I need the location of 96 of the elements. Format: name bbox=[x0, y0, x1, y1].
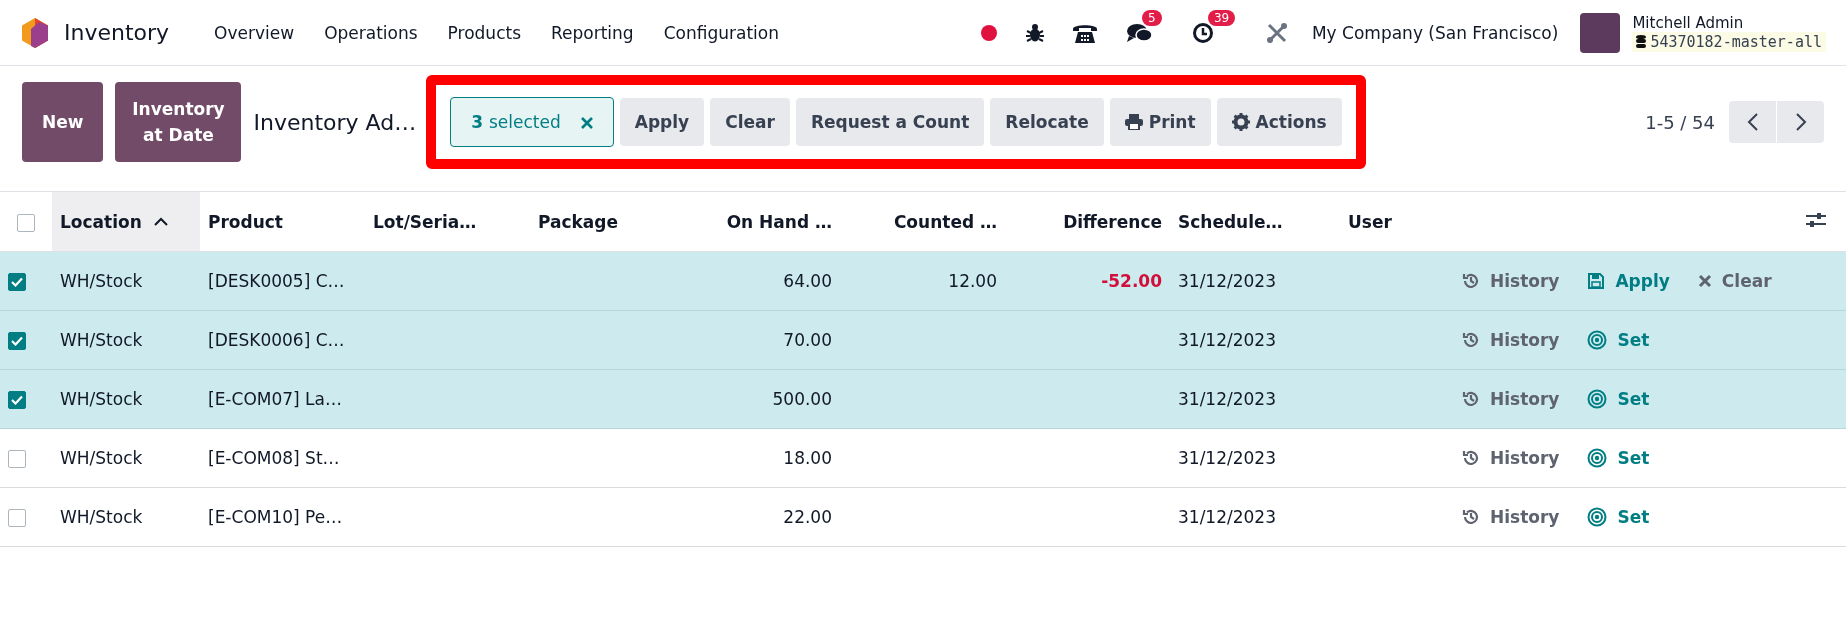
new-button[interactable]: New bbox=[22, 82, 104, 162]
table-cell: WH/Stock bbox=[60, 507, 143, 527]
action-button[interactable]: Relocate bbox=[990, 98, 1104, 146]
menu-item[interactable]: Overview bbox=[199, 16, 310, 49]
action-button[interactable]: Request a Count bbox=[795, 98, 985, 146]
table-cell: 31/12/2023 bbox=[1178, 389, 1276, 409]
notification-badge: 39 bbox=[1207, 9, 1236, 26]
history-button[interactable]: History bbox=[1462, 389, 1560, 409]
table-cell: WH/Stock bbox=[60, 271, 143, 291]
apply-button[interactable]: Apply bbox=[1587, 271, 1670, 291]
table-cell: 70.00 bbox=[783, 330, 832, 350]
menu-item[interactable]: Configuration bbox=[648, 16, 794, 49]
row-checkbox[interactable] bbox=[8, 509, 26, 527]
chat-icon[interactable] bbox=[1125, 21, 1154, 44]
app-logo[interactable] bbox=[20, 16, 50, 49]
clear-button[interactable]: Clear bbox=[1697, 271, 1772, 291]
pager-value[interactable]: 1-5 / 54 bbox=[1645, 111, 1715, 133]
column-header[interactable]: Counted … bbox=[893, 211, 997, 232]
database-icon bbox=[1636, 35, 1647, 48]
history-icon bbox=[1462, 272, 1480, 290]
record-icon[interactable] bbox=[979, 23, 998, 42]
set-button[interactable]: Set bbox=[1587, 389, 1650, 409]
column-settings-icon[interactable] bbox=[1806, 210, 1826, 229]
row-checkbox[interactable] bbox=[8, 391, 26, 409]
menu-item[interactable]: Reporting bbox=[536, 16, 649, 49]
table-cell: WH/Stock bbox=[60, 448, 143, 468]
table-cell: [DESK0005] C… bbox=[208, 271, 345, 291]
chevron-right-icon bbox=[1794, 112, 1807, 132]
table-cell: 31/12/2023 bbox=[1178, 507, 1276, 527]
menu-item[interactable]: Operations bbox=[309, 16, 433, 49]
table-cell: 31/12/2023 bbox=[1178, 330, 1276, 350]
table-cell: 12.00 bbox=[948, 271, 997, 291]
clock-icon[interactable] bbox=[1191, 21, 1214, 44]
target-icon bbox=[1587, 448, 1608, 468]
selection-count: 3 selected bbox=[471, 112, 561, 132]
inventory-at-date-button[interactable]: Inventory at Date bbox=[115, 82, 242, 162]
action-button[interactable]: Actions bbox=[1216, 98, 1342, 146]
table-cell: [E-COM10] Pe… bbox=[208, 507, 343, 527]
bug-icon[interactable] bbox=[1025, 22, 1044, 43]
table-cell: 31/12/2023 bbox=[1178, 271, 1276, 291]
row-checkbox[interactable] bbox=[8, 332, 26, 350]
previous-button[interactable] bbox=[1729, 101, 1776, 143]
table-cell: WH/Stock bbox=[60, 389, 143, 409]
table-cell: WH/Stock bbox=[60, 330, 143, 350]
breadcrumb[interactable]: Inventory Ad… bbox=[253, 109, 417, 135]
table-cell: [E-COM08] St… bbox=[208, 448, 340, 468]
history-button[interactable]: History bbox=[1462, 271, 1560, 291]
column-header[interactable]: On Hand … bbox=[726, 211, 832, 232]
notification-badge: 5 bbox=[1141, 9, 1162, 26]
table-cell: 31/12/2023 bbox=[1178, 448, 1276, 468]
column-header[interactable]: User bbox=[1348, 211, 1392, 232]
column-header[interactable]: Difference bbox=[1063, 211, 1162, 232]
row-checkbox[interactable] bbox=[8, 450, 26, 468]
history-icon bbox=[1462, 508, 1480, 526]
next-button[interactable] bbox=[1777, 101, 1824, 143]
row-checkbox[interactable] bbox=[8, 273, 26, 291]
target-icon bbox=[1587, 507, 1608, 527]
tools-icon[interactable] bbox=[1265, 21, 1288, 44]
table-cell: 22.00 bbox=[783, 507, 832, 527]
column-header[interactable]: Schedule… bbox=[1178, 211, 1283, 232]
action-button[interactable]: Clear bbox=[710, 98, 790, 146]
table-cell: -52.00 bbox=[1101, 271, 1162, 291]
set-button[interactable]: Set bbox=[1587, 330, 1650, 350]
database-label: 54370182-master-all bbox=[1650, 32, 1822, 51]
user-avatar[interactable] bbox=[1580, 12, 1621, 53]
chevron-left-icon bbox=[1746, 112, 1759, 132]
select-all-checkbox[interactable] bbox=[17, 213, 35, 232]
app-name[interactable]: Inventory bbox=[64, 20, 170, 45]
set-button[interactable]: Set bbox=[1587, 507, 1650, 527]
close-icon bbox=[1697, 274, 1712, 288]
history-button[interactable]: History bbox=[1462, 448, 1560, 468]
history-icon bbox=[1462, 449, 1480, 467]
user-name[interactable]: Mitchell Admin bbox=[1632, 13, 1826, 32]
history-icon bbox=[1462, 390, 1480, 408]
table-cell: [DESK0006] C… bbox=[208, 330, 345, 350]
menu-item[interactable]: Products bbox=[432, 16, 536, 49]
close-icon bbox=[580, 116, 593, 129]
column-header[interactable]: Product bbox=[208, 211, 283, 232]
action-button[interactable]: Print bbox=[1109, 98, 1211, 146]
target-icon bbox=[1587, 389, 1608, 409]
settings-icon bbox=[1231, 113, 1250, 131]
target-icon bbox=[1587, 330, 1608, 350]
set-button[interactable]: Set bbox=[1587, 448, 1650, 468]
history-icon bbox=[1462, 331, 1480, 349]
column-header[interactable]: Lot/Seria… bbox=[373, 211, 477, 232]
table-cell: 64.00 bbox=[783, 271, 832, 291]
table-cell: 500.00 bbox=[772, 389, 832, 409]
table-cell: 18.00 bbox=[783, 448, 832, 468]
table-cell: [E-COM07] La… bbox=[208, 389, 342, 409]
column-header[interactable]: Location bbox=[60, 211, 142, 232]
column-header[interactable]: Package bbox=[538, 211, 619, 232]
history-button[interactable]: History bbox=[1462, 507, 1560, 527]
history-button[interactable]: History bbox=[1462, 330, 1560, 350]
company-switcher[interactable]: My Company (San Francisco) bbox=[1311, 22, 1559, 43]
printer-icon bbox=[1124, 114, 1143, 130]
action-button[interactable]: Apply bbox=[619, 98, 705, 146]
